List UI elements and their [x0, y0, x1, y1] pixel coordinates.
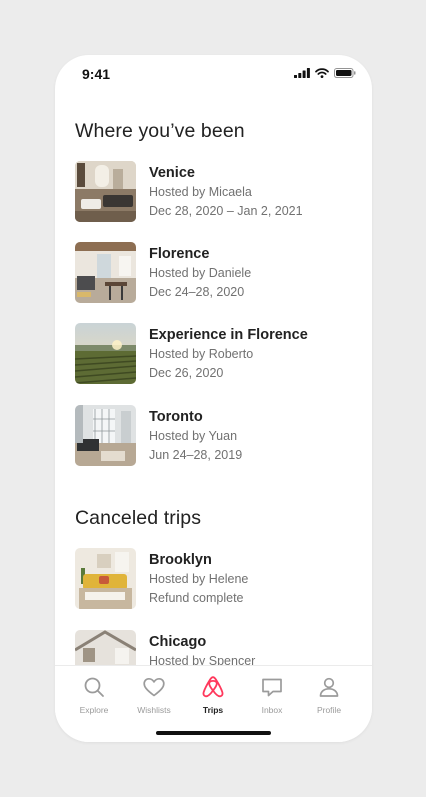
status-bar: 9:41	[55, 55, 372, 95]
chat-bubble-icon	[262, 678, 282, 697]
trip-item[interactable]: Venice Hosted by Micaela Dec 28, 2020 – …	[75, 161, 355, 223]
trip-host: Hosted by Daniele	[149, 266, 252, 280]
tab-label: Trips	[202, 705, 224, 715]
phone-screen: 9:41 Where you’ve been Venice Hosted by …	[55, 55, 372, 742]
signal-icon	[294, 68, 310, 78]
wifi-icon	[315, 68, 329, 78]
trip-item[interactable]: Florence Hosted by Daniele Dec 24–28, 20…	[75, 242, 355, 304]
trip-title: Brooklyn	[149, 552, 212, 568]
trip-host: Hosted by Spencer	[149, 654, 256, 665]
tab-label: Wishlists	[137, 705, 171, 715]
person-icon	[319, 677, 339, 697]
trip-thumbnail	[75, 161, 136, 222]
battery-icon	[334, 68, 356, 78]
trip-host: Hosted by Roberto	[149, 347, 254, 361]
trip-thumbnail	[75, 323, 136, 384]
home-indicator[interactable]	[156, 731, 271, 735]
trip-host: Hosted by Yuan	[149, 429, 238, 443]
trip-dates: Jun 24–28, 2019	[149, 448, 243, 462]
tab-inbox[interactable]: Inbox	[242, 675, 302, 715]
section-title-past-trips: Where you’ve been	[75, 120, 245, 142]
tab-wishlists[interactable]: Wishlists	[124, 675, 184, 715]
trip-thumbnail	[75, 242, 136, 303]
tab-profile[interactable]: Profile	[299, 675, 359, 715]
trip-title: Florence	[149, 246, 210, 262]
trips-scroll-area[interactable]: Where you’ve been Venice Hosted by Micae…	[55, 95, 372, 665]
trip-title: Experience in Florence	[149, 327, 308, 343]
section-title-canceled-trips: Canceled trips	[75, 507, 202, 529]
trip-thumbnail	[75, 405, 136, 466]
trip-title: Toronto	[149, 409, 203, 425]
status-time: 9:41	[82, 66, 111, 82]
trip-dates: Dec 26, 2020	[149, 366, 224, 380]
trip-host: Hosted by Helene	[149, 572, 249, 586]
tab-label: Inbox	[261, 705, 283, 715]
trip-host: Hosted by Micaela	[149, 185, 252, 199]
trip-thumbnail	[75, 548, 136, 609]
trip-status: Refund complete	[149, 591, 244, 605]
heart-icon	[143, 677, 165, 697]
trip-item[interactable]: Chicago Hosted by Spencer	[75, 630, 355, 665]
trip-thumbnail	[75, 630, 136, 665]
tab-explore[interactable]: Explore	[64, 675, 124, 715]
status-icons	[294, 68, 356, 78]
trip-title: Chicago	[149, 634, 207, 650]
tab-label: Profile	[316, 705, 342, 715]
tab-label: Explore	[79, 705, 109, 715]
trip-item[interactable]: Toronto Hosted by Yuan Jun 24–28, 2019	[75, 405, 355, 467]
trip-title: Venice	[149, 165, 195, 181]
trip-dates: Dec 28, 2020 – Jan 2, 2021	[149, 204, 303, 218]
airbnb-logo-icon	[202, 676, 224, 698]
trip-item[interactable]: Brooklyn Hosted by Helene Refund complet…	[75, 548, 355, 610]
tab-trips[interactable]: Trips	[183, 675, 243, 715]
search-icon	[84, 677, 104, 697]
trip-item[interactable]: Experience in Florence Hosted by Roberto…	[75, 323, 355, 385]
trip-dates: Dec 24–28, 2020	[149, 285, 245, 299]
